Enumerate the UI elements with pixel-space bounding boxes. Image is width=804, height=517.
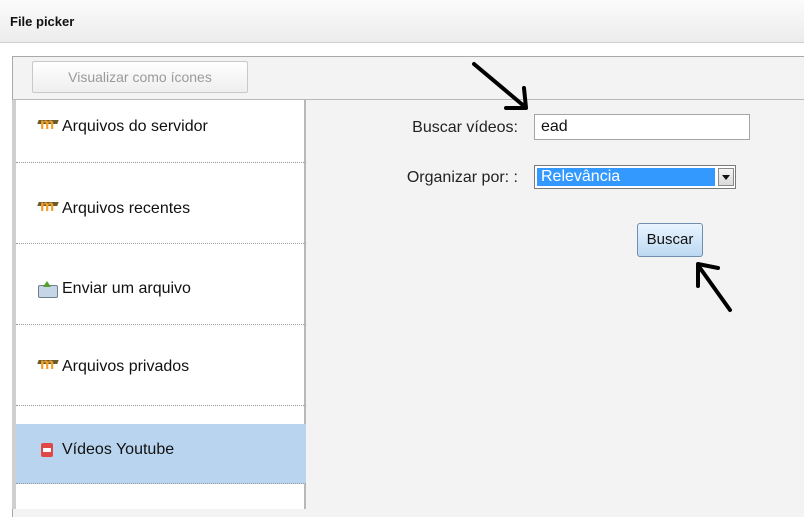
title-bar: File picker [0, 0, 804, 43]
sidebar-item-label: Arquivos privados [62, 358, 190, 375]
moodle-icon [38, 198, 58, 216]
sort-by-select[interactable]: Relevância [534, 165, 736, 189]
sidebar-item-server-files[interactable]: Arquivos do servidor [16, 100, 306, 163]
sidebar-item-youtube-videos[interactable]: Vídeos Youtube [16, 424, 306, 484]
sort-by-selected-value: Relevância [537, 168, 715, 186]
sidebar-item-label: Arquivos do servidor [62, 118, 208, 135]
annotation-arrow-icon [472, 62, 528, 110]
moodle-icon [38, 116, 58, 134]
search-videos-input[interactable] [534, 114, 750, 140]
repository-sidebar: Arquivos do servidor Arquivos recentes E… [12, 100, 306, 509]
search-videos-label: Buscar vídeos: [412, 119, 518, 136]
search-button[interactable]: Buscar [637, 223, 703, 257]
sidebar-item-label: Vídeos Youtube [62, 441, 175, 458]
sidebar-item-private-files[interactable]: Arquivos privados [16, 325, 306, 406]
view-as-icons-button[interactable]: Visualizar como ícones [32, 61, 248, 93]
sidebar-item-label: Enviar um arquivo [62, 280, 191, 297]
sidebar-item-label: Arquivos recentes [62, 200, 191, 217]
moodle-icon [38, 356, 58, 374]
sort-by-label: Organizar por: : [406, 169, 518, 186]
youtube-icon [38, 442, 58, 458]
chevron-down-icon[interactable] [718, 168, 734, 186]
upload-icon [38, 281, 58, 298]
sidebar-item-upload-file[interactable]: Enviar um arquivo [16, 244, 306, 325]
sidebar-item-recent-files[interactable]: Arquivos recentes [16, 163, 306, 244]
annotation-arrow-icon [696, 262, 732, 312]
window-title: File picker [10, 14, 75, 29]
